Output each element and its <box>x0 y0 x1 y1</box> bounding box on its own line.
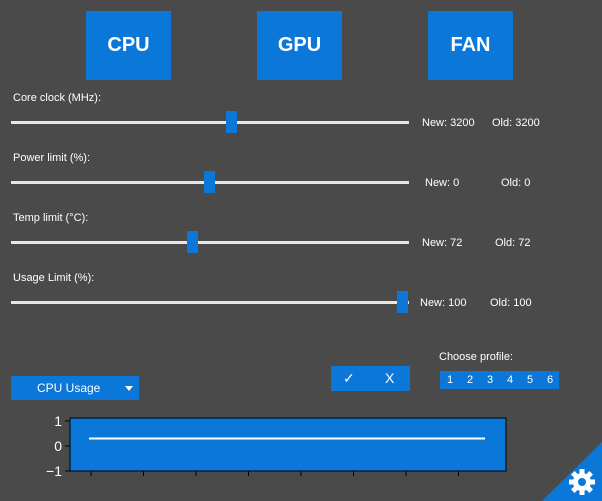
usage-chart: 1 0 −1 <box>46 413 507 479</box>
power-limit-new-value: New: 0 <box>425 177 460 189</box>
power-limit-old-value: Old: 0 <box>501 177 531 189</box>
tab-fan[interactable]: FAN <box>428 11 513 80</box>
y-tick-label: 1 <box>54 413 62 429</box>
power-limit-label: Power limit (%): <box>13 152 91 164</box>
temp-limit-label: Temp limit (°C): <box>13 212 89 224</box>
usage-limit-old-value: Old: 100 <box>490 297 532 309</box>
graph-source-selected: CPU Usage <box>37 381 101 395</box>
tab-gpu[interactable]: GPU <box>257 11 342 80</box>
power-limit-slider-thumb[interactable] <box>204 171 215 193</box>
profile-selector: 1 2 3 4 5 6 <box>440 371 559 389</box>
y-tick-label: −1 <box>46 463 62 479</box>
graph-source-dropdown[interactable]: CPU Usage <box>11 376 139 400</box>
core-clock-slider[interactable] <box>11 121 409 124</box>
temp-limit-old-value: Old: 72 <box>495 237 531 249</box>
chart-plot-area <box>69 417 507 472</box>
gear-icon[interactable] <box>569 469 595 495</box>
usage-limit-new-value: New: 100 <box>420 297 467 309</box>
profile-2-button[interactable]: 2 <box>464 374 476 386</box>
apply-button[interactable]: ✓ <box>343 370 355 387</box>
profile-5-button[interactable]: 5 <box>524 374 536 386</box>
core-clock-label: Core clock (MHz): <box>13 92 102 104</box>
usage-limit-label: Usage Limit (%): <box>13 272 95 284</box>
choose-profile-label: Choose profile: <box>439 351 513 363</box>
core-clock-old-value: Old: 3200 <box>492 117 540 129</box>
profile-6-button[interactable]: 6 <box>544 374 556 386</box>
profile-1-button[interactable]: 1 <box>444 374 456 386</box>
core-clock-slider-thumb[interactable] <box>226 111 237 133</box>
apply-cancel-bar: ✓ X <box>331 366 410 391</box>
temp-limit-slider-thumb[interactable] <box>187 231 198 253</box>
y-tick-label: 0 <box>54 438 62 454</box>
profile-3-button[interactable]: 3 <box>484 374 496 386</box>
settings-corner[interactable] <box>542 442 602 501</box>
settings-corner-background <box>542 442 602 501</box>
temp-limit-new-value: New: 72 <box>422 237 463 249</box>
temp-limit-slider[interactable] <box>11 241 409 244</box>
chevron-down-icon <box>125 386 133 391</box>
usage-limit-slider-thumb[interactable] <box>397 291 408 313</box>
usage-limit-slider[interactable] <box>11 301 409 304</box>
profile-4-button[interactable]: 4 <box>504 374 516 386</box>
tab-cpu[interactable]: CPU <box>86 11 171 80</box>
core-clock-new-value: New: 3200 <box>422 117 475 129</box>
cancel-button[interactable]: X <box>385 370 394 386</box>
